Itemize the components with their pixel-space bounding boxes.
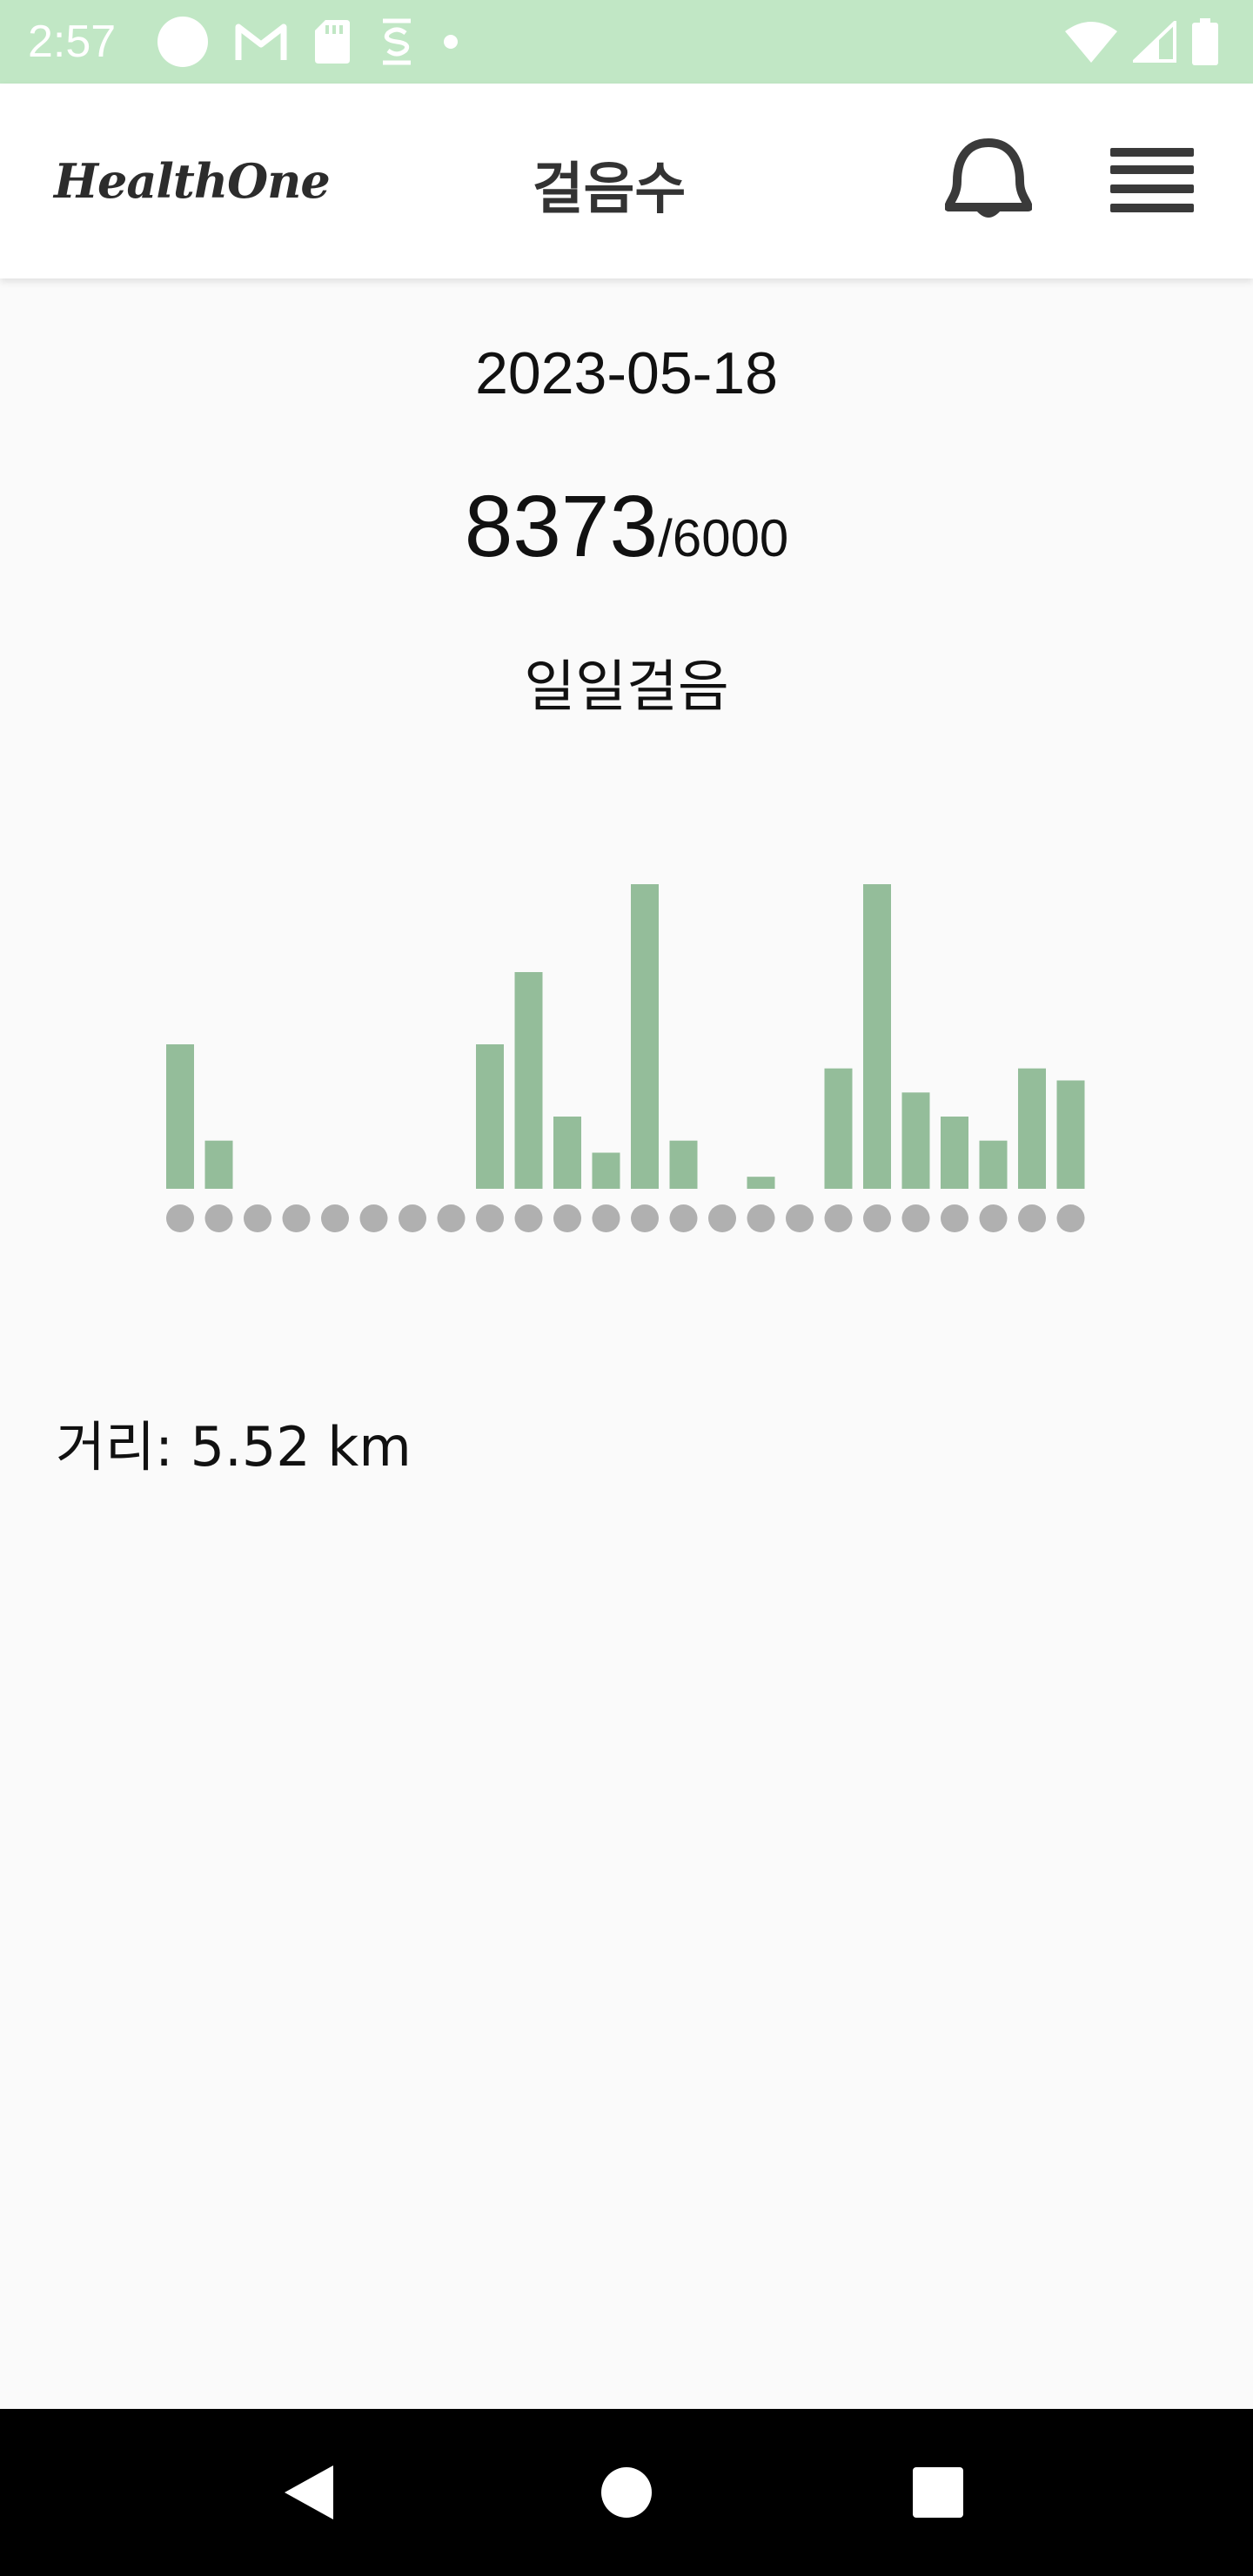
chart-hour-marker-20 xyxy=(941,1204,968,1232)
signal-icon xyxy=(1133,21,1176,63)
chart-hour-marker-14 xyxy=(708,1204,736,1232)
chart-hour-marker-15 xyxy=(747,1204,775,1232)
chart-hour-marker-1 xyxy=(204,1204,233,1232)
gmail-icon xyxy=(235,23,287,60)
chart-hour-marker-5 xyxy=(359,1204,388,1232)
chart-bar-12 xyxy=(631,884,659,1189)
circle-icon xyxy=(157,17,208,67)
chart-hour-marker-21 xyxy=(979,1204,1008,1232)
chart-bar-10 xyxy=(553,1116,581,1189)
chart-bar-17 xyxy=(824,1068,853,1189)
app-bar: HealthOne 걸음수 xyxy=(0,84,1253,278)
status-time: 2:57 xyxy=(28,17,117,67)
chart-hour-marker-8 xyxy=(476,1204,504,1232)
chart-hour-marker-17 xyxy=(824,1204,853,1232)
chart-bar-8 xyxy=(476,1043,504,1189)
back-icon xyxy=(285,2465,333,2519)
wifi-icon xyxy=(1065,22,1117,63)
chart-hour-marker-3 xyxy=(282,1204,311,1232)
chart-bar-18 xyxy=(863,884,891,1189)
chart-hour-marker-2 xyxy=(244,1204,271,1232)
system-nav-bar xyxy=(0,2409,1253,2576)
home-button[interactable] xyxy=(583,2449,670,2536)
chart-hour-marker-18 xyxy=(863,1204,891,1232)
battery-icon xyxy=(1192,18,1218,65)
sync-icon xyxy=(383,18,411,65)
home-icon xyxy=(601,2467,652,2518)
chart-hour-marker-23 xyxy=(1056,1204,1085,1232)
back-button[interactable] xyxy=(266,2449,353,2536)
status-icons-left xyxy=(157,16,459,68)
chart-hour-marker-22 xyxy=(1018,1204,1046,1232)
recents-icon xyxy=(913,2467,963,2518)
menu-icon xyxy=(1110,148,1194,212)
chart-bar-19 xyxy=(901,1092,930,1189)
status-bar: 2:57 xyxy=(0,0,1253,84)
dot-icon xyxy=(444,35,458,49)
notification-button[interactable] xyxy=(944,136,1033,226)
steps-summary: 8373/6000 xyxy=(0,477,1253,577)
chart-title: 일일걸음 xyxy=(524,655,729,720)
chart-bar-11 xyxy=(592,1152,620,1189)
sd-card-icon xyxy=(315,20,350,64)
chart-hour-marker-19 xyxy=(901,1204,930,1232)
chart-bar-15 xyxy=(747,1177,775,1189)
date-label: 2023-05-18 xyxy=(475,340,778,406)
chart-hour-marker-12 xyxy=(631,1204,659,1232)
chart-hour-marker-10 xyxy=(553,1204,581,1232)
chart-bar-21 xyxy=(979,1140,1008,1189)
chart-bar-0 xyxy=(166,1043,194,1189)
chart-bar-23 xyxy=(1056,1080,1085,1189)
chart-hour-marker-0 xyxy=(166,1204,194,1232)
bell-icon xyxy=(944,138,1033,218)
chart-hour-marker-9 xyxy=(514,1204,543,1232)
recents-button[interactable] xyxy=(895,2449,982,2536)
steps-current: 8373 xyxy=(464,478,659,575)
chart-bar-20 xyxy=(941,1116,968,1189)
steps-goal: /6000 xyxy=(658,509,789,567)
chart-hour-marker-11 xyxy=(592,1204,620,1232)
chart-bar-9 xyxy=(514,971,543,1189)
distance-label: 거리: 5.52 km xyxy=(56,1415,412,1479)
chart-bar-22 xyxy=(1018,1068,1046,1189)
chart-hour-marker-6 xyxy=(399,1204,426,1232)
chart-hour-marker-16 xyxy=(786,1204,814,1232)
chart-hour-marker-13 xyxy=(669,1204,698,1232)
menu-button[interactable] xyxy=(1109,144,1196,218)
page-title: 걸음수 xyxy=(532,158,687,222)
chart-bar-1 xyxy=(204,1140,233,1189)
chart-hour-marker-4 xyxy=(321,1204,349,1232)
chart-hour-marker-7 xyxy=(437,1204,466,1232)
status-icons-right xyxy=(1065,16,1218,68)
chart-bar-13 xyxy=(669,1140,698,1189)
daily-steps-chart xyxy=(166,884,1085,1232)
